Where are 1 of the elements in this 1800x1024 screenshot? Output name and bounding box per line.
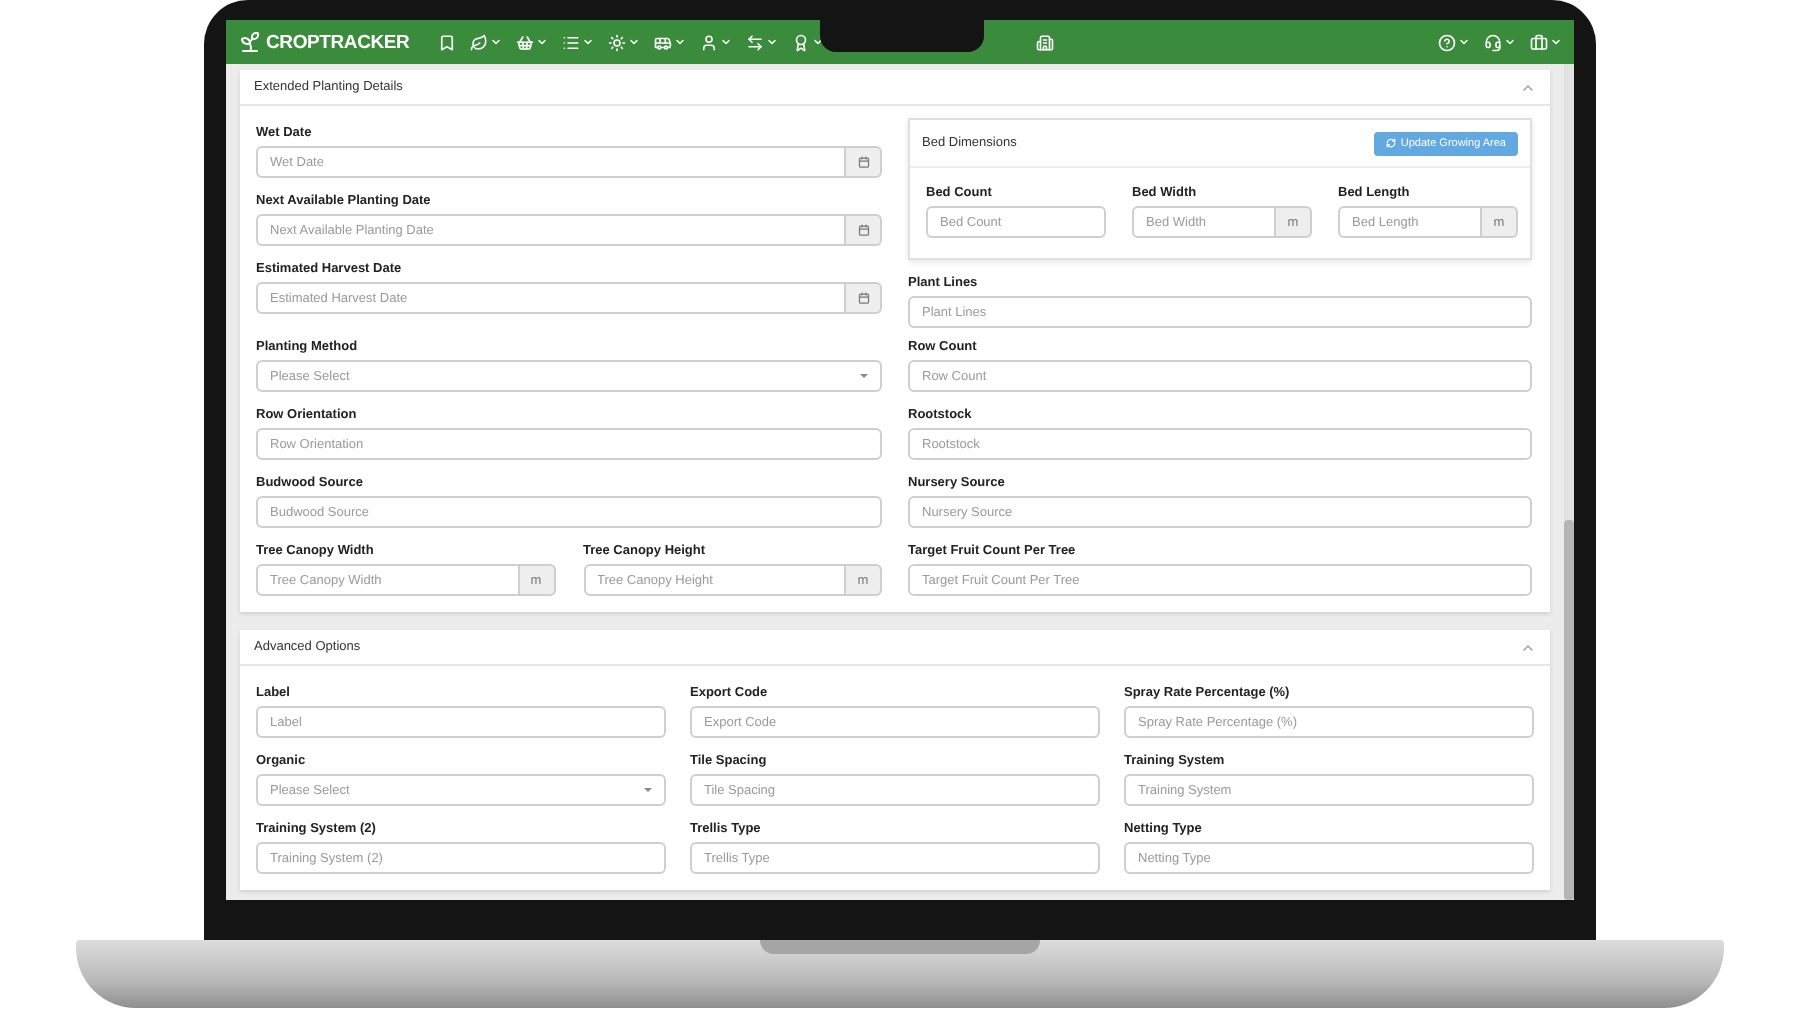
brand-name: CROPTRACKER: [266, 31, 410, 53]
